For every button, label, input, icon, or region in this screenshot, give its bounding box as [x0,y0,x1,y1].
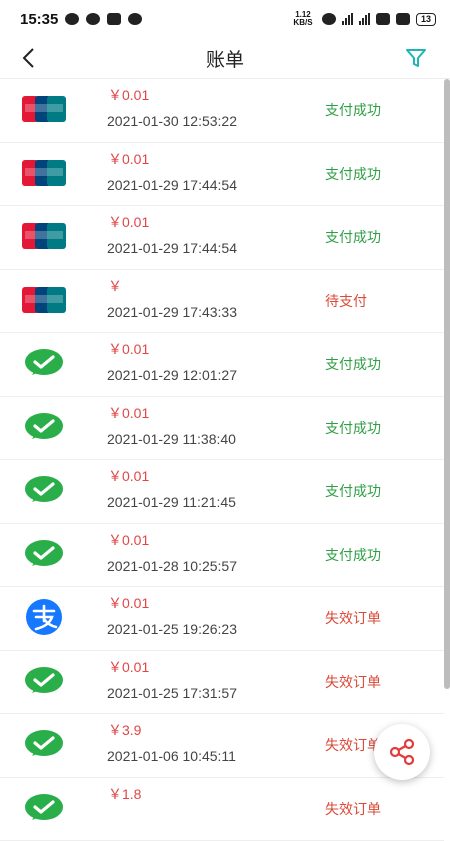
wechat-pay-icon [22,729,66,759]
bill-amount: ￥0.01 [108,403,149,423]
bill-amount: ￥0.01 [108,657,149,677]
share-icon [387,737,417,767]
wechat-pay-icon [22,666,66,696]
bill-time: 2021-01-29 11:21:45 [107,494,236,510]
bill-amount: ￥1.8 [108,784,141,804]
bill-row[interactable]: ￥0.01 2021-01-28 10:25:57 支付成功 [0,524,444,588]
bill-status: 失效订单 [325,799,381,819]
wechat-pay-icon [22,412,66,442]
bill-status: 失效订单 [325,735,381,755]
bill-status: 待支付 [325,291,367,311]
bill-status: 失效订单 [325,608,381,628]
wechat-pay-icon [22,793,66,823]
bill-row[interactable]: ￥0.01 2021-01-29 11:38:40 支付成功 [0,397,444,461]
net-speed: 1.12 KB/S [290,11,316,27]
bill-amount: ￥0.01 [108,530,149,550]
alarm-icon [322,13,336,25]
bill-amount: ￥3.9 [108,720,141,740]
signal-icon [342,13,353,25]
check-icon [128,13,142,25]
bill-row[interactable]: ￥0.01 2021-01-30 12:53:22 支付成功 [0,79,444,143]
bill-status: 支付成功 [325,481,381,501]
wechat-pay-icon [22,539,66,569]
bill-status: 失效订单 [325,672,381,692]
bill-amount: ￥0.01 [108,85,149,105]
wechat-pay-icon [22,475,66,505]
bill-time: 2021-01-25 17:31:57 [107,685,237,701]
bill-row[interactable]: ￥0.01 2021-01-29 17:44:54 支付成功 [0,143,444,207]
status-right: 1.12 KB/S 13 [290,11,436,27]
unionpay-logo-icon [22,158,66,188]
bill-status: 支付成功 [325,418,381,438]
bill-time: 2021-01-29 17:43:33 [107,304,237,320]
bill-time: 2021-01-06 10:45:11 [107,748,236,764]
signal-icon [359,13,370,25]
bill-status: 支付成功 [325,164,381,184]
bill-list: ￥0.01 2021-01-30 12:53:22 支付成功 ￥0.01 2021-01… [0,79,444,841]
share-button[interactable] [374,724,430,780]
filter-icon [407,50,425,66]
wifi-icon [396,13,410,25]
bill-status: 支付成功 [325,354,381,374]
bill-amount: ￥0.01 [108,593,149,613]
page-title: 账单 [206,45,244,72]
bill-amount: ￥0.01 [108,466,149,486]
hd-icon [376,13,390,25]
nav-bar: 账单 [0,38,450,79]
status-left: 15:35 [20,11,142,28]
bill-time: 2021-01-30 12:53:22 [107,113,237,129]
bill-row[interactable]: ￥0.01 2021-01-25 19:26:23 失效订单 [0,587,444,651]
filter-button[interactable] [404,46,428,70]
bill-amount: ￥0.01 [108,212,149,232]
bill-status: 支付成功 [325,227,381,247]
alipay-icon [22,599,66,629]
bill-amount: ￥0.01 [108,339,149,359]
battery-icon: 13 [416,13,436,26]
wechat-pay-icon [22,348,66,378]
status-bar: 15:35 1.12 KB/S 13 [0,0,450,38]
bill-time: 2021-01-28 10:25:57 [107,558,237,574]
bill-status: 支付成功 [325,545,381,565]
bill-amount: ￥ [108,276,122,296]
bill-row[interactable]: ￥ 2021-01-29 17:43:33 待支付 [0,270,444,334]
unionpay-logo-icon [22,221,66,251]
chevron-left-icon [24,49,33,67]
bill-time: 2021-01-29 12:01:27 [107,367,237,383]
bill-time: 2021-01-29 11:38:40 [107,431,236,447]
message-icon [86,13,100,25]
bill-row[interactable]: ￥0.01 2021-01-29 12:01:27 支付成功 [0,333,444,397]
status-time: 15:35 [20,11,58,28]
bill-row[interactable]: ￥0.01 2021-01-29 11:21:45 支付成功 [0,460,444,524]
bill-time: 2021-01-25 19:26:23 [107,621,237,637]
bill-time: 2021-01-29 17:44:54 [107,177,237,193]
unionpay-logo-icon [22,94,66,124]
phone-icon [65,13,79,25]
bill-row[interactable]: ￥0.01 2021-01-29 17:44:54 支付成功 [0,206,444,270]
back-button[interactable] [18,46,42,70]
bill-time: 2021-01-29 17:44:54 [107,240,237,256]
bill-status: 支付成功 [325,100,381,120]
unionpay-logo-icon [22,285,66,315]
mail-icon [107,13,121,25]
scrollbar[interactable] [444,79,450,689]
bill-row[interactable]: ￥0.01 2021-01-25 17:31:57 失效订单 [0,651,444,715]
bill-amount: ￥0.01 [108,149,149,169]
bill-row[interactable]: ￥1.8 失效订单 [0,778,444,841]
